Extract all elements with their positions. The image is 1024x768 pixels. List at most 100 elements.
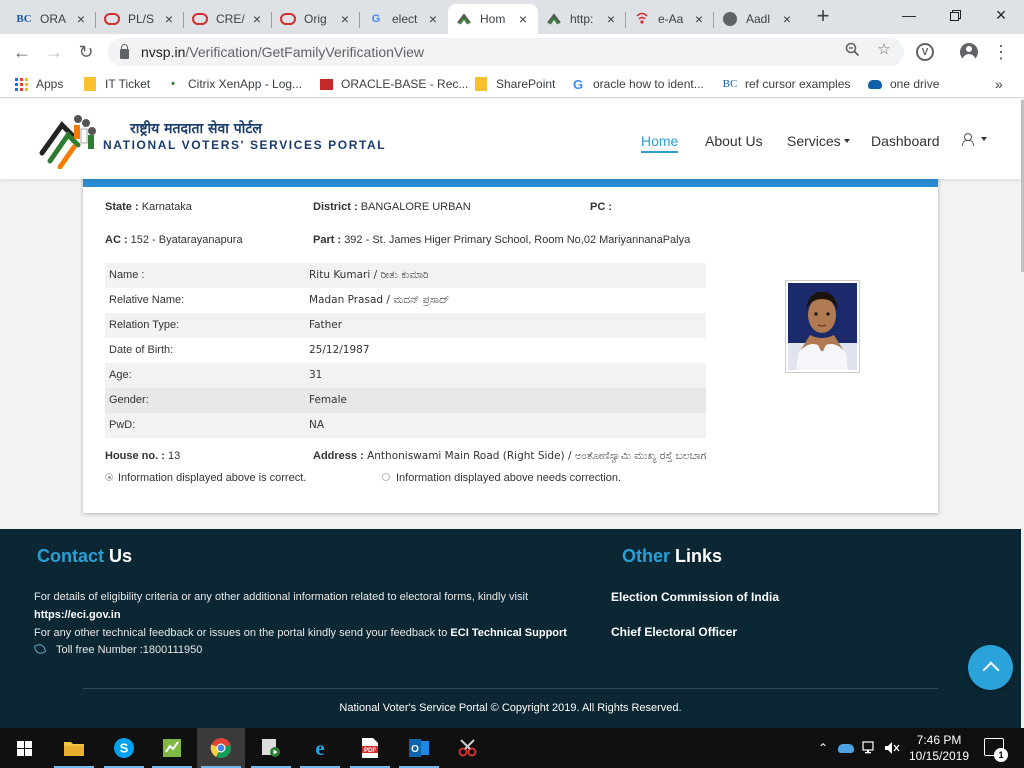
back-icon[interactable]: ←	[10, 40, 34, 64]
close-tab-icon[interactable]: ×	[162, 11, 176, 27]
scroll-to-top-button[interactable]	[968, 645, 1013, 690]
profile-icon[interactable]	[959, 42, 979, 62]
tab-title: elect	[392, 12, 418, 26]
nav-dashboard[interactable]: Dashboard	[871, 133, 940, 149]
file-explorer-icon[interactable]	[50, 728, 98, 768]
bookmark-item[interactable]: G oracle how to ident...	[571, 76, 704, 92]
close-tab-icon[interactable]: ×	[604, 11, 618, 27]
info-correct-label[interactable]: Information displayed above is correct.	[118, 472, 306, 484]
bookmark-label: one drive	[890, 77, 940, 91]
nav-about-us[interactable]: About Us	[705, 133, 763, 149]
bookmark-item[interactable]: BC ref cursor examples	[723, 76, 851, 92]
more-bookmarks-button[interactable]: »	[995, 76, 1003, 92]
caret-down-icon	[843, 139, 850, 143]
detail-value: Father	[309, 319, 343, 331]
close-tab-icon[interactable]: ×	[74, 11, 88, 27]
link-election-commission[interactable]: Election Commission of India	[611, 590, 779, 604]
tab-title: http:	[570, 12, 594, 26]
restore-icon[interactable]	[932, 0, 978, 30]
browser-tab[interactable]: e-Aa ×	[626, 4, 714, 34]
tab-title: e-Aa	[658, 12, 684, 26]
zoom-icon[interactable]	[843, 40, 861, 58]
district-field: District : BANGALORE URBAN	[313, 201, 471, 213]
snipping-tool-icon[interactable]	[444, 728, 492, 768]
voter-photo	[785, 280, 860, 373]
internet-explorer-icon[interactable]: e	[296, 728, 344, 768]
link-chief-electoral-officer[interactable]: Chief Electoral Officer	[611, 625, 737, 639]
bookmark-item[interactable]: ORACLE-BASE - Rec...	[320, 76, 468, 92]
show-hidden-icons-chevron-icon[interactable]: ⌃	[815, 740, 831, 756]
detail-row-gender: Gender: Female	[105, 388, 706, 413]
network-icon[interactable]	[862, 740, 878, 756]
bookmark-label: Citrix XenApp - Log...	[188, 77, 303, 91]
sticky-notes-icon[interactable]	[148, 728, 196, 768]
bookmark-label: Apps	[36, 77, 64, 91]
close-window-icon[interactable]: ×	[978, 0, 1024, 30]
site-footer: Contact Us Other Links For details of el…	[0, 529, 1021, 728]
start-button[interactable]	[0, 728, 48, 768]
media-player-icon[interactable]	[247, 728, 295, 768]
state-field: State : Karnataka	[105, 201, 192, 213]
bookmark-item[interactable]: Apps	[14, 76, 63, 92]
extension-v-icon[interactable]: V	[915, 42, 935, 62]
detail-label: Date of Birth:	[109, 344, 174, 356]
browser-tab[interactable]: CRE/ ×	[184, 4, 272, 34]
bookmark-item[interactable]: one drive	[868, 76, 939, 92]
detail-label: Name :	[109, 269, 145, 281]
address-bar[interactable]: nvsp.in/Verification/GetFamilyVerificati…	[108, 38, 904, 66]
skype-icon[interactable]: S	[100, 728, 148, 768]
acrobat-icon[interactable]: PDF	[346, 728, 394, 768]
eci-logo[interactable]	[38, 105, 100, 170]
pc-field: PC :	[590, 201, 612, 213]
eci-technical-support-link[interactable]: ECI Technical Support	[450, 627, 567, 639]
google-icon: G	[371, 13, 381, 25]
notification-count-badge: 1	[994, 748, 1008, 762]
windows-logo-icon	[16, 740, 32, 756]
close-tab-icon[interactable]: ×	[692, 11, 706, 27]
new-tab-button[interactable]: +	[812, 5, 834, 28]
eci-website-link[interactable]: https://eci.gov.in	[34, 609, 121, 621]
system-clock[interactable]: 7:46 PM 10/15/2019	[906, 732, 972, 764]
browser-tab[interactable]: http: ×	[538, 4, 626, 34]
close-tab-icon[interactable]: ×	[426, 11, 440, 27]
browser-tab[interactable]: BC ORA ×	[8, 4, 96, 34]
detail-row-relative-name: Relative Name: Madan Prasad / ಮದನ್ ಪ್ರಸಾ…	[105, 288, 706, 313]
bookmark-item[interactable]: IT Ticket	[83, 76, 150, 92]
close-tab-icon[interactable]: ×	[516, 11, 530, 27]
info-correct-radio[interactable]	[105, 473, 113, 481]
user-menu[interactable]	[962, 133, 987, 146]
browser-tab[interactable]: Orig ×	[272, 4, 360, 34]
tab-title: Hom	[480, 12, 506, 26]
close-tab-icon[interactable]: ×	[250, 11, 264, 27]
svg-text:PDF: PDF	[364, 748, 376, 754]
bookmark-star-icon[interactable]: ☆	[875, 40, 893, 58]
browser-tab[interactable]: G elect ×	[360, 4, 448, 34]
outlook-icon[interactable]: O	[395, 728, 443, 768]
detail-row-dob: Date of Birth: 25/12/1987	[105, 338, 706, 363]
reload-icon[interactable]: ↻	[74, 40, 98, 64]
info-needs-correction-radio[interactable]	[382, 473, 390, 481]
toll-free-number: Toll free Number :1800111950	[56, 644, 203, 656]
menu-kebab-icon[interactable]: ⋮	[991, 42, 1011, 62]
detail-label: Age:	[109, 369, 132, 381]
onedrive-tray-icon[interactable]	[838, 740, 854, 756]
info-needs-correction-label[interactable]: Information displayed above needs correc…	[396, 472, 621, 484]
browser-tab[interactable]: PL/S ×	[96, 4, 184, 34]
bookmark-item[interactable]: SharePoint	[474, 76, 555, 92]
volume-muted-icon[interactable]	[884, 740, 900, 756]
nav-home[interactable]: Home	[641, 133, 679, 153]
forward-icon[interactable]: →	[42, 40, 66, 64]
close-tab-icon[interactable]: ×	[338, 11, 352, 27]
brand-title-english: NATIONAL VOTERS' SERVICES PORTAL	[103, 138, 387, 152]
detail-value: Ritu Kumari / ರೀತು ಕುಮಾರಿ	[309, 269, 429, 281]
detail-label: PwD:	[109, 419, 136, 431]
minimize-icon[interactable]: —	[886, 0, 932, 30]
tab-title: Orig	[304, 12, 327, 26]
chrome-icon[interactable]	[197, 728, 245, 768]
browser-tab-active[interactable]: Hom ×	[448, 4, 538, 34]
bookmark-item[interactable]: • Citrix XenApp - Log...	[166, 76, 302, 92]
nav-services[interactable]: Services	[787, 133, 850, 149]
browser-tab[interactable]: Aadl ×	[714, 4, 802, 34]
close-tab-icon[interactable]: ×	[780, 11, 794, 27]
detail-row-name: Name : Ritu Kumari / ರೀತು ಕುಮಾರಿ	[105, 263, 706, 288]
